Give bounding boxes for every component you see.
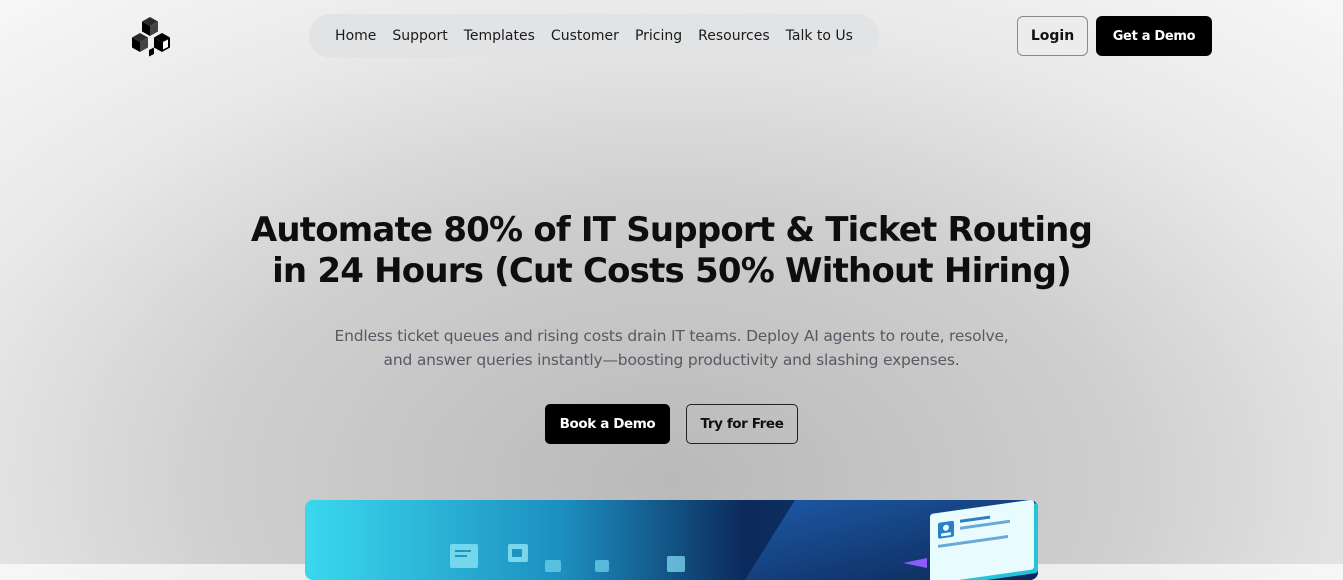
logo-icon[interactable]	[130, 16, 172, 58]
hero-headline: Automate 80% of IT Support & Ticket Rout…	[221, 210, 1122, 292]
hero-illustration	[305, 500, 1038, 580]
book-a-demo-button[interactable]: Book a Demo	[545, 404, 670, 444]
hero-headline-line1: Automate 80% of IT Support & Ticket Rout…	[250, 210, 1093, 250]
hero-subtext: Endless ticket queues and rising costs d…	[291, 324, 1052, 372]
hero-headline-line2: in 24 Hours (Cut Costs 50% Without Hirin…	[272, 251, 1072, 291]
hero-subtext-line2: and answer queries instantly—boosting pr…	[383, 351, 960, 369]
get-a-demo-button[interactable]: Get a Demo	[1096, 16, 1212, 56]
nav-home[interactable]: Home	[335, 28, 376, 44]
hero-subtext-line1: Endless ticket queues and rising costs d…	[334, 327, 1009, 345]
nav-customer[interactable]: Customer	[551, 28, 619, 44]
nav-talk-to-us[interactable]: Talk to Us	[786, 28, 853, 44]
nav-resources[interactable]: Resources	[698, 28, 770, 44]
login-button[interactable]: Login	[1017, 16, 1088, 56]
nav-support[interactable]: Support	[392, 28, 447, 44]
nav-pricing[interactable]: Pricing	[635, 28, 682, 44]
nav-templates[interactable]: Templates	[464, 28, 535, 44]
try-for-free-button[interactable]: Try for Free	[686, 404, 798, 444]
main-nav: Home Support Templates Customer Pricing …	[309, 14, 879, 58]
